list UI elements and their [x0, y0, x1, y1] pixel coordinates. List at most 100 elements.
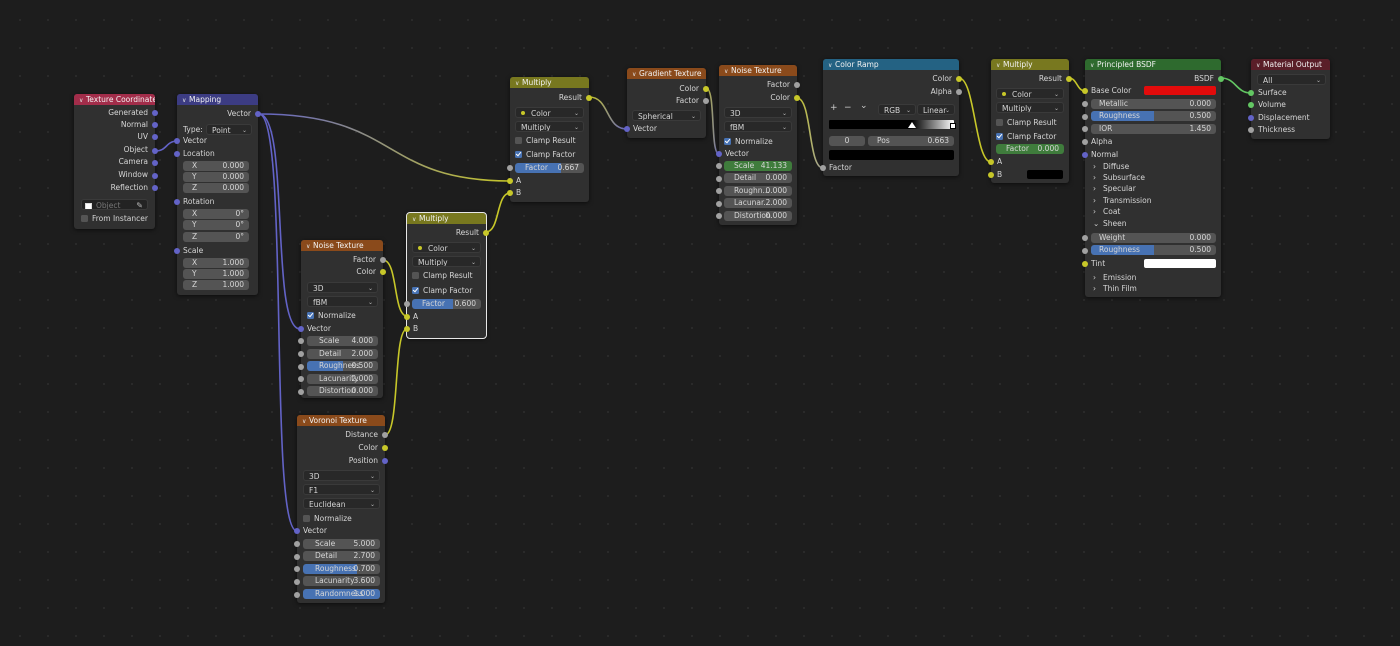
panel-diffuse[interactable]: › Diffuse	[1093, 161, 1129, 172]
chevron-down-icon[interactable]: ∨	[1090, 60, 1097, 70]
scale-field[interactable]: Scale 5.000	[303, 539, 380, 549]
lacunarity-field[interactable]: Lacunar... 2.000	[724, 198, 792, 208]
socket-sheen-weight[interactable]	[1082, 235, 1088, 241]
chevron-down-icon[interactable]: ∨	[412, 214, 419, 224]
socket-roughness[interactable]	[716, 188, 722, 194]
panel-transmission[interactable]: › Transmission	[1093, 195, 1151, 206]
texture-coordinate-node[interactable]: ∨ Texture Coordinate Generated Normal UV …	[74, 94, 158, 229]
chevron-down-icon[interactable]: ∨	[828, 60, 835, 70]
socket-color-out[interactable]	[794, 95, 800, 101]
socket-surface[interactable]	[1248, 90, 1254, 96]
chevron-down-icon[interactable]: ∨	[996, 60, 1003, 70]
socket-scale[interactable]	[174, 248, 180, 254]
rotation-z[interactable]: Z 0°	[183, 232, 249, 242]
noise-texture-node-1[interactable]: ∨ Noise Texture Factor Color 3D ⌄ fBM ⌄ Nor…	[298, 240, 386, 398]
color-ramp-node[interactable]: ∨ Color Ramp Color Alpha + − ⌄ RGB ⌄ Linea…	[820, 59, 962, 176]
scale-x[interactable]: X 1.000	[183, 258, 249, 268]
socket-ior[interactable]	[1082, 126, 1088, 132]
socket-vector-in[interactable]	[298, 326, 304, 332]
from-instancer-checkbox[interactable]: From Instancer	[81, 213, 148, 224]
eyedropper-icon[interactable]: ✎	[136, 200, 143, 209]
socket-factor-out[interactable]	[380, 257, 386, 263]
factor-field[interactable]: Factor 0.000	[996, 144, 1064, 154]
socket-result-out[interactable]	[1066, 76, 1072, 82]
node-header[interactable]: ∨ Multiply	[510, 77, 589, 88]
dimensions-dropdown[interactable]: 3D ⌄	[307, 282, 378, 293]
socket-thickness[interactable]	[1248, 127, 1254, 133]
chevron-down-icon[interactable]: ∨	[724, 66, 731, 76]
stop-position-field[interactable]: Pos 0.663	[868, 136, 954, 146]
socket-distortion[interactable]	[716, 213, 722, 219]
socket-lacunarity[interactable]	[716, 201, 722, 207]
location-x[interactable]: X 0.000	[183, 161, 249, 171]
socket-b[interactable]	[404, 326, 410, 332]
stop-index-field[interactable]: 0	[829, 136, 865, 146]
stop-color-swatch[interactable]	[829, 150, 954, 160]
color-b-swatch[interactable]	[1027, 170, 1063, 179]
sheen-roughness-field[interactable]: Roughness 0.500	[1091, 245, 1216, 255]
node-header[interactable]: ∨ Multiply	[407, 213, 486, 224]
socket-scale[interactable]	[294, 541, 300, 547]
noise-type-dropdown[interactable]: fBM ⌄	[724, 121, 792, 132]
rotation-y[interactable]: Y 0°	[183, 220, 249, 230]
socket-result-out[interactable]	[483, 230, 489, 236]
factor-field[interactable]: Factor 0.600	[412, 299, 481, 309]
socket-factor-out[interactable]	[703, 98, 709, 104]
socket-vector-in[interactable]	[716, 151, 722, 157]
socket-detail[interactable]	[294, 554, 300, 560]
socket-scale[interactable]	[716, 163, 722, 169]
data-type-dropdown[interactable]: Color ⌄	[515, 107, 584, 118]
socket-normal[interactable]	[152, 122, 158, 128]
socket-detail[interactable]	[298, 351, 304, 357]
node-header[interactable]: ∨ Noise Texture	[301, 240, 383, 251]
normalize-checkbox[interactable]: Normalize	[307, 310, 356, 321]
socket-factor-out[interactable]	[794, 82, 800, 88]
target-dropdown[interactable]: All ⌄	[1257, 74, 1326, 85]
gradient-type-dropdown[interactable]: Spherical ⌄	[632, 110, 701, 121]
rotation-x[interactable]: X 0°	[183, 209, 249, 219]
socket-camera[interactable]	[152, 160, 158, 166]
location-y[interactable]: Y 0.000	[183, 172, 249, 182]
chevron-down-icon[interactable]: ∨	[515, 78, 522, 88]
socket-roughness[interactable]	[298, 364, 304, 370]
socket-lacunarity[interactable]	[294, 579, 300, 585]
interpolation-dropdown[interactable]: Linear ⌄	[917, 104, 955, 115]
panel-specular[interactable]: › Specular	[1093, 183, 1136, 194]
gradient-texture-node[interactable]: ∨ Gradient Texture Color Factor Spherical…	[624, 68, 709, 138]
noise-texture-node-2[interactable]: ∨ Noise Texture Factor Color 3D ⌄ fBM ⌄ Nor…	[716, 65, 800, 225]
ior-field[interactable]: IOR 1.450	[1091, 124, 1216, 134]
panel-subsurface[interactable]: › Subsurface	[1093, 172, 1145, 183]
object-field[interactable]: Object ✎	[81, 199, 148, 210]
socket-object[interactable]	[152, 148, 158, 154]
socket-detail[interactable]	[716, 176, 722, 182]
dimensions-dropdown[interactable]: 3D ⌄	[303, 470, 380, 481]
socket-factor-in[interactable]	[820, 165, 826, 171]
ramp-stop-handle[interactable]	[907, 122, 916, 128]
node-header[interactable]: ∨ Mapping	[177, 94, 258, 105]
socket-rotation[interactable]	[174, 199, 180, 205]
factor-field[interactable]: Factor 0.667	[515, 163, 584, 173]
socket-normal[interactable]	[1082, 152, 1088, 158]
panel-sheen[interactable]: ⌄ Sheen	[1093, 218, 1127, 229]
node-header[interactable]: ∨ Material Output	[1251, 59, 1330, 70]
panel-emission[interactable]: › Emission	[1093, 272, 1136, 283]
detail-field[interactable]: Detail 2.700	[303, 551, 380, 561]
multiply-node-1[interactable]: ∨ Multiply Result Color ⌄ Multiply ⌄ Clamp …	[404, 212, 489, 339]
roughness-field[interactable]: Roughness 0.500	[307, 361, 378, 371]
checkbox-box[interactable]	[412, 287, 419, 294]
node-header[interactable]: ∨ Principled BSDF	[1085, 59, 1221, 70]
detail-field[interactable]: Detail 2.000	[307, 349, 378, 359]
distance-metric-dropdown[interactable]: Euclidean ⌄	[303, 498, 380, 509]
checkbox-box[interactable]	[81, 215, 88, 222]
distortion-field[interactable]: Distortion 0.000	[307, 386, 378, 396]
remove-stop-button[interactable]: −	[844, 103, 852, 113]
feature-dropdown[interactable]: F1 ⌄	[303, 484, 380, 495]
node-header[interactable]: ∨ Voronoi Texture	[297, 415, 385, 426]
color-ramp-gradient[interactable]	[829, 120, 954, 129]
base-color-swatch[interactable]	[1144, 86, 1216, 95]
socket-lacunarity[interactable]	[298, 376, 304, 382]
roughness-field[interactable]: Roughness 0.700	[303, 564, 380, 574]
socket-vector-in[interactable]	[174, 138, 180, 144]
node-header[interactable]: ∨ Gradient Texture	[627, 68, 706, 79]
socket-reflection[interactable]	[152, 185, 158, 191]
